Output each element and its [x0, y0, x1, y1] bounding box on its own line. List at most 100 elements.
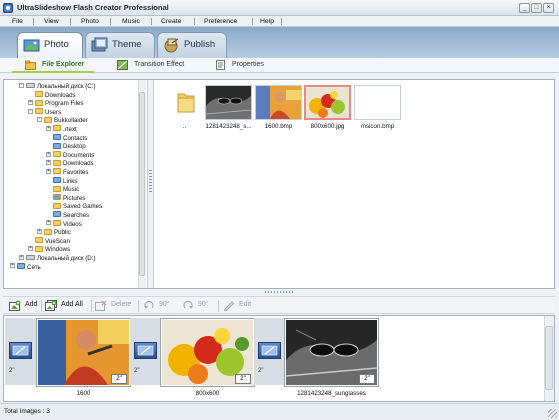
folder-icon	[35, 245, 43, 252]
expand-toggle-icon[interactable]: +	[37, 229, 42, 235]
tree-node-label: Users	[45, 108, 62, 116]
expand-toggle-icon[interactable]: +	[46, 125, 51, 131]
folder-icon	[53, 168, 61, 175]
rotate-left-button[interactable]: 90°	[143, 297, 177, 315]
file-item[interactable]: 1600.bmp	[255, 85, 302, 133]
transition-effect-icon	[134, 342, 157, 359]
publish-icon	[164, 38, 179, 53]
transition-slot[interactable]: 2"	[5, 318, 38, 385]
resize-grip-icon[interactable]	[548, 409, 557, 418]
slide-name: 1600	[76, 390, 91, 397]
slide-thumbnail[interactable]: 2"	[36, 318, 131, 387]
expand-toggle-icon[interactable]: +	[28, 246, 33, 252]
rotate-right-icon	[183, 300, 193, 309]
folder-icon	[53, 142, 61, 149]
menu-photo[interactable]: Photo	[77, 16, 103, 27]
splitter-grip-icon	[149, 170, 152, 194]
menu-separator	[281, 18, 282, 25]
expand-toggle-icon[interactable]: +	[10, 263, 15, 269]
toolbar-separator	[91, 300, 92, 312]
folder-tree[interactable]: - Локальный диск (C:) Downloads + Program Fi…	[4, 80, 146, 288]
transition-slot[interactable]: 2"	[254, 318, 287, 385]
add-button[interactable]: Add	[9, 297, 43, 315]
tree-node-label: Bukkollaider	[54, 117, 88, 125]
tree-node-label: Pictures	[63, 194, 86, 202]
tree-node-label: Windows	[45, 246, 71, 254]
file-item[interactable]: 1281423248_s...	[205, 85, 252, 133]
slide-duration[interactable]: 2"	[111, 374, 127, 384]
menu-preference[interactable]: Preference	[200, 16, 241, 27]
expand-toggle-icon[interactable]: +	[46, 168, 51, 174]
tree-node-label: Downloads	[45, 91, 76, 99]
file-explorer-icon	[25, 60, 36, 70]
add-all-button[interactable]: Add All	[45, 297, 90, 315]
subtab-transition-effect[interactable]: Transition Effect	[114, 58, 204, 73]
drive-icon	[26, 254, 35, 260]
subtab-transition-effect-label: Transition Effect	[134, 61, 185, 68]
tab-theme-label: Theme	[112, 39, 142, 50]
tree-node-label: Program Files	[45, 100, 84, 108]
menu-help[interactable]: Help	[256, 16, 278, 27]
collapse-toggle-icon[interactable]: -	[37, 117, 42, 123]
slide-thumbnail[interactable]: 2"	[284, 318, 379, 387]
add-label: Add	[25, 301, 38, 308]
collapse-toggle-icon[interactable]: -	[19, 82, 24, 88]
transition-effect-icon	[9, 342, 32, 359]
storyboard-scrollbar-thumb[interactable]	[545, 326, 553, 390]
menu-file[interactable]: File	[8, 16, 27, 27]
delete-icon	[95, 300, 107, 311]
slide-thumbnail[interactable]: 2"	[160, 318, 255, 387]
menu-view[interactable]: View	[40, 16, 63, 27]
expand-toggle-icon[interactable]: +	[28, 100, 33, 106]
window-title: UltraSlideshow Flash Creator Professiona…	[17, 3, 169, 12]
file-item-selected[interactable]: 800x600.jpg	[304, 85, 351, 133]
tree-node[interactable]: + Сеть	[10, 262, 41, 272]
tab-theme[interactable]: Theme	[85, 32, 155, 58]
folder-icon	[35, 99, 43, 106]
expand-toggle-icon[interactable]: +	[46, 151, 51, 157]
menu-create[interactable]: Create	[157, 16, 185, 27]
delete-button[interactable]: Delete	[95, 297, 135, 315]
transition-duration: 2"	[9, 368, 15, 374]
transition-slot[interactable]: 2"	[130, 318, 163, 385]
file-name: msicon.bmp	[360, 123, 395, 130]
tree-scrollbar-thumb[interactable]	[139, 92, 145, 276]
menu-bar: File View Photo Music Create Preference …	[0, 16, 559, 27]
minimize-button[interactable]: _	[519, 3, 530, 13]
collapse-toggle-icon[interactable]: -	[28, 108, 33, 114]
expand-toggle-icon[interactable]: +	[19, 254, 24, 260]
file-item[interactable]: msicon.bmp	[354, 85, 401, 133]
add-photo-icon	[9, 300, 21, 311]
tab-publish[interactable]: Publish	[157, 32, 227, 58]
app-icon	[3, 3, 13, 13]
status-text: Total Images : 3	[4, 408, 50, 415]
file-thumbnail	[354, 85, 401, 120]
close-button[interactable]: ×	[543, 3, 554, 13]
folder-icon	[53, 176, 61, 183]
tab-photo[interactable]: Photo	[17, 32, 83, 58]
folder-icon	[53, 194, 61, 201]
menu-music[interactable]: Music	[118, 16, 144, 27]
slide-duration[interactable]: 2"	[235, 374, 251, 384]
edit-button[interactable]: Edit	[223, 297, 257, 315]
tree-node-label: Локальный диск (D:)	[37, 255, 96, 262]
folder-icon	[17, 262, 25, 269]
maximize-button[interactable]: □	[531, 3, 542, 13]
menu-separator	[194, 18, 195, 25]
file-name: 1281423248_s...	[205, 123, 252, 130]
slide-duration[interactable]: 2"	[359, 374, 375, 384]
folder-icon	[53, 185, 61, 192]
rotate-left-icon	[144, 300, 154, 309]
subtab-properties[interactable]: Properties	[212, 58, 274, 73]
rotate-left-label: 90°	[159, 301, 170, 308]
rotate-right-button[interactable]: 90°	[182, 297, 216, 315]
active-subtab-indicator	[12, 71, 94, 73]
expand-toggle-icon[interactable]: +	[46, 160, 51, 166]
tree-node-label: Links	[63, 177, 78, 185]
expand-toggle-icon[interactable]: +	[46, 220, 51, 226]
file-name: 1600.bmp	[264, 123, 293, 130]
